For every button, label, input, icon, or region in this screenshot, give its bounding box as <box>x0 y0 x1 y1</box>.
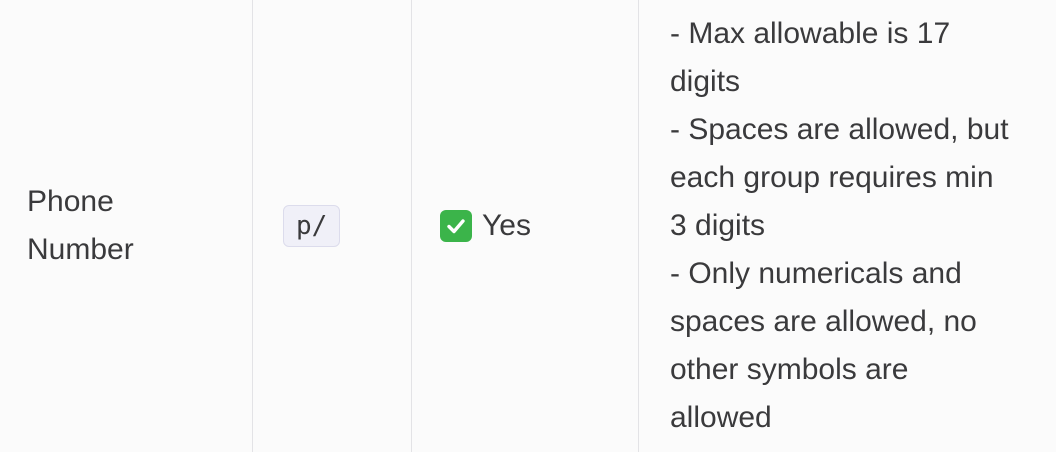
field-name: Phone Number <box>27 178 134 274</box>
notes-line: allowed <box>670 401 772 434</box>
prefix-code: p/ <box>283 205 341 247</box>
field-name-line: Phone <box>27 185 114 218</box>
notes-line: - Only numericals and <box>670 257 962 290</box>
check-mark-button-icon <box>440 210 472 242</box>
notes-line: 3 digits <box>670 209 766 242</box>
notes-line: digits <box>670 65 741 98</box>
parameter-table-row: Phone Number p/ Yes - Max allowable is 1… <box>0 0 1056 452</box>
notes-cell: - Max allowable is 17 digits - Spaces ar… <box>639 0 1056 452</box>
prefix-cell: p/ <box>253 0 412 452</box>
notes: - Max allowable is 17 digits - Spaces ar… <box>670 10 1009 442</box>
required-label: Yes <box>482 209 531 242</box>
notes-line: each group requires min <box>670 161 994 194</box>
notes-line: - Max allowable is 17 <box>670 17 951 50</box>
notes-line: - Spaces are allowed, but <box>670 113 1009 146</box>
required-cell: Yes <box>412 0 639 452</box>
field-name-line: Number <box>27 233 134 266</box>
field-name-cell: Phone Number <box>0 0 253 452</box>
notes-line: spaces are allowed, no <box>670 305 977 338</box>
required-value: Yes <box>440 202 531 250</box>
notes-line: other symbols are <box>670 353 909 386</box>
